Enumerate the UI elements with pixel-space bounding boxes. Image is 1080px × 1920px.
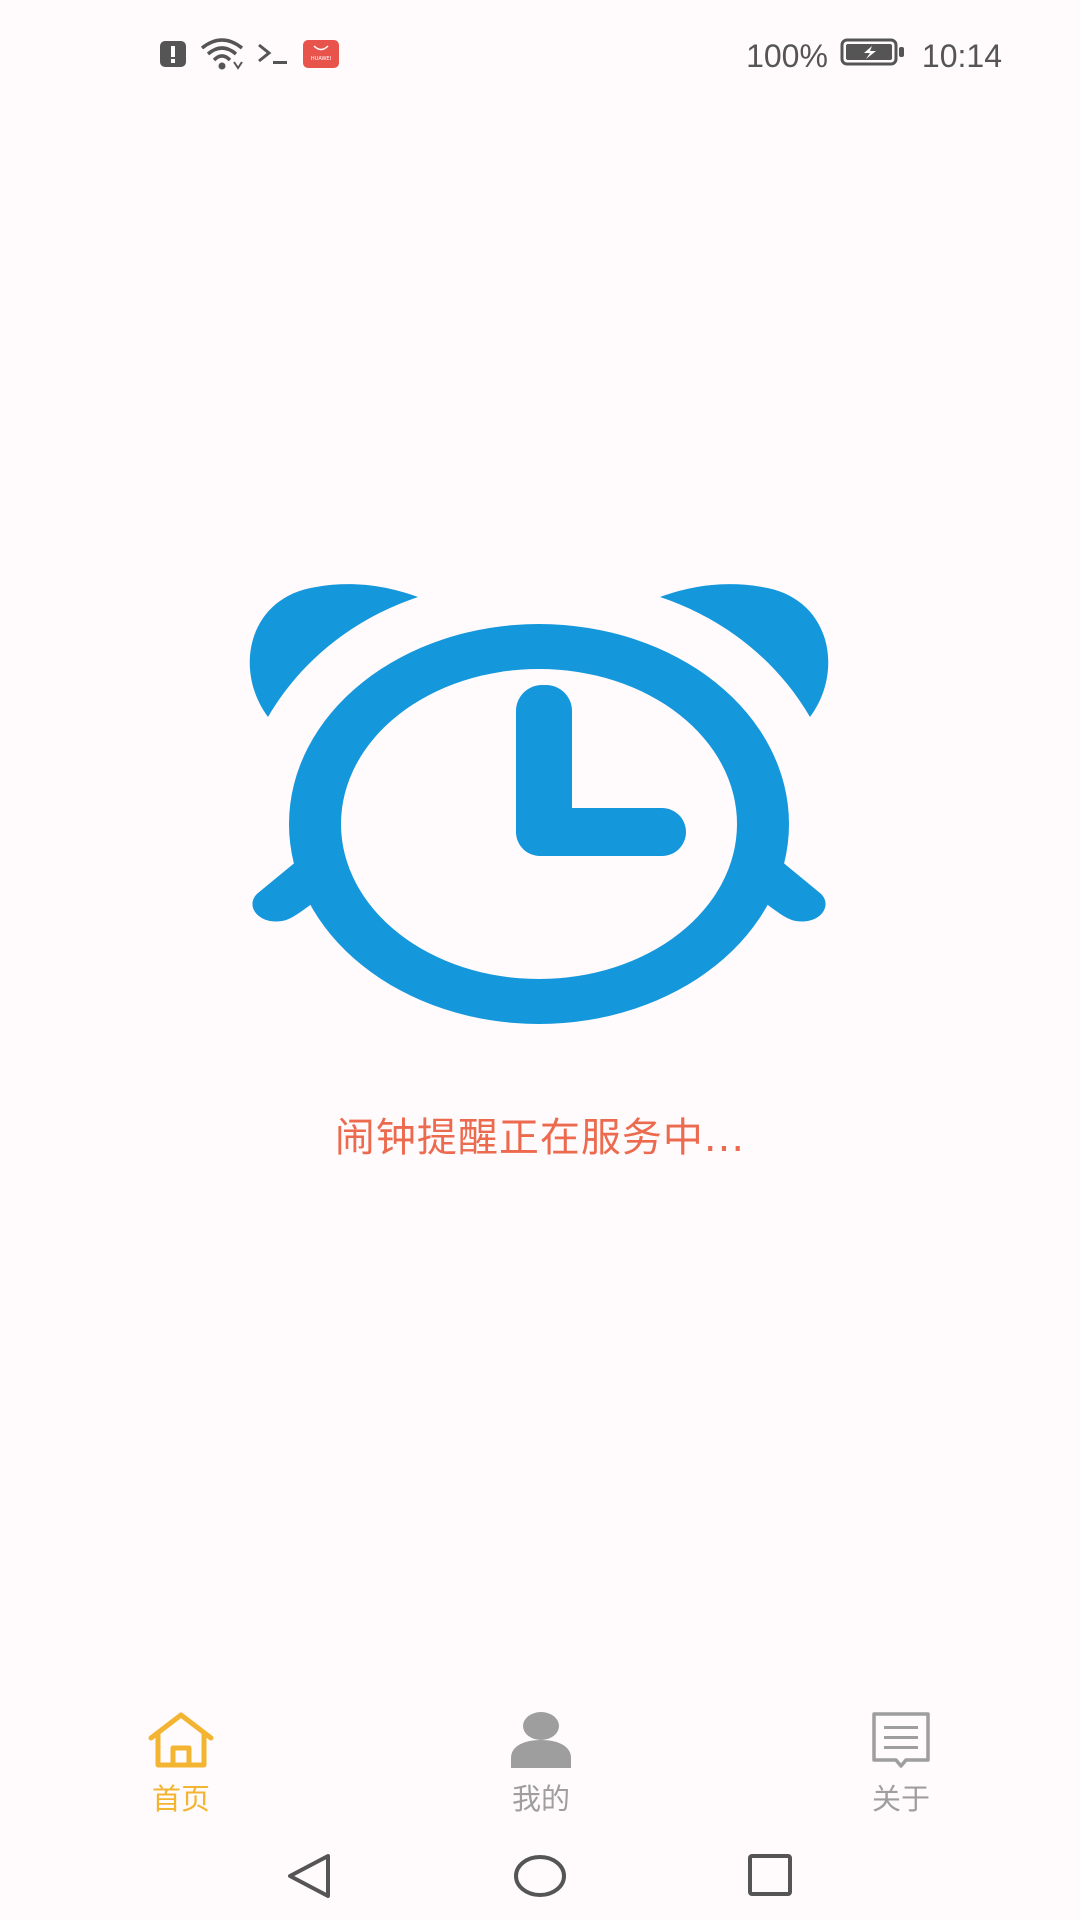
alarm-clock-icon [238, 575, 840, 1045]
screen: HUAWEI 100% 10:14 闹钟提醒正在服务中... 首页 我的 关于 [0, 0, 1080, 1920]
home-icon [101, 1710, 261, 1770]
person-icon [461, 1710, 621, 1770]
tab-home[interactable]: 首页 [101, 1700, 261, 1830]
tab-about-label: 关于 [871, 1782, 930, 1816]
tab-me-label: 我的 [511, 1782, 570, 1816]
status-time: 10:14 [921, 37, 1002, 74]
home-button[interactable] [512, 1848, 568, 1904]
back-button[interactable] [282, 1848, 338, 1904]
terminal-icon [256, 39, 290, 73]
status-bar: HUAWEI 100% 10:14 [0, 0, 1080, 110]
service-status-text: 闹钟提醒正在服务中... [334, 1115, 746, 1161]
bottom-tab-bar: 首页 我的 关于 [0, 1700, 1080, 1830]
battery-charging-icon [840, 37, 906, 75]
huawei-appgallery-icon: HUAWEI [302, 39, 340, 73]
document-icon [821, 1710, 981, 1770]
recent-apps-button[interactable] [742, 1848, 798, 1904]
status-right-icons: 100% 10:14 [746, 36, 1002, 76]
wifi-icon [200, 38, 244, 74]
alert-icon [158, 39, 188, 73]
system-nav-bar [0, 1830, 1080, 1920]
status-left-icons: HUAWEI [158, 36, 340, 76]
tab-me[interactable]: 我的 [461, 1700, 621, 1830]
battery-percent: 100% [746, 37, 828, 74]
recent-square-icon [742, 1854, 798, 1908]
back-triangle-icon [282, 1854, 338, 1908]
tab-about[interactable]: 关于 [821, 1700, 981, 1830]
home-circle-icon [512, 1855, 568, 1908]
tab-home-label: 首页 [151, 1782, 210, 1816]
app-badge-text: HUAWEI [311, 56, 331, 62]
